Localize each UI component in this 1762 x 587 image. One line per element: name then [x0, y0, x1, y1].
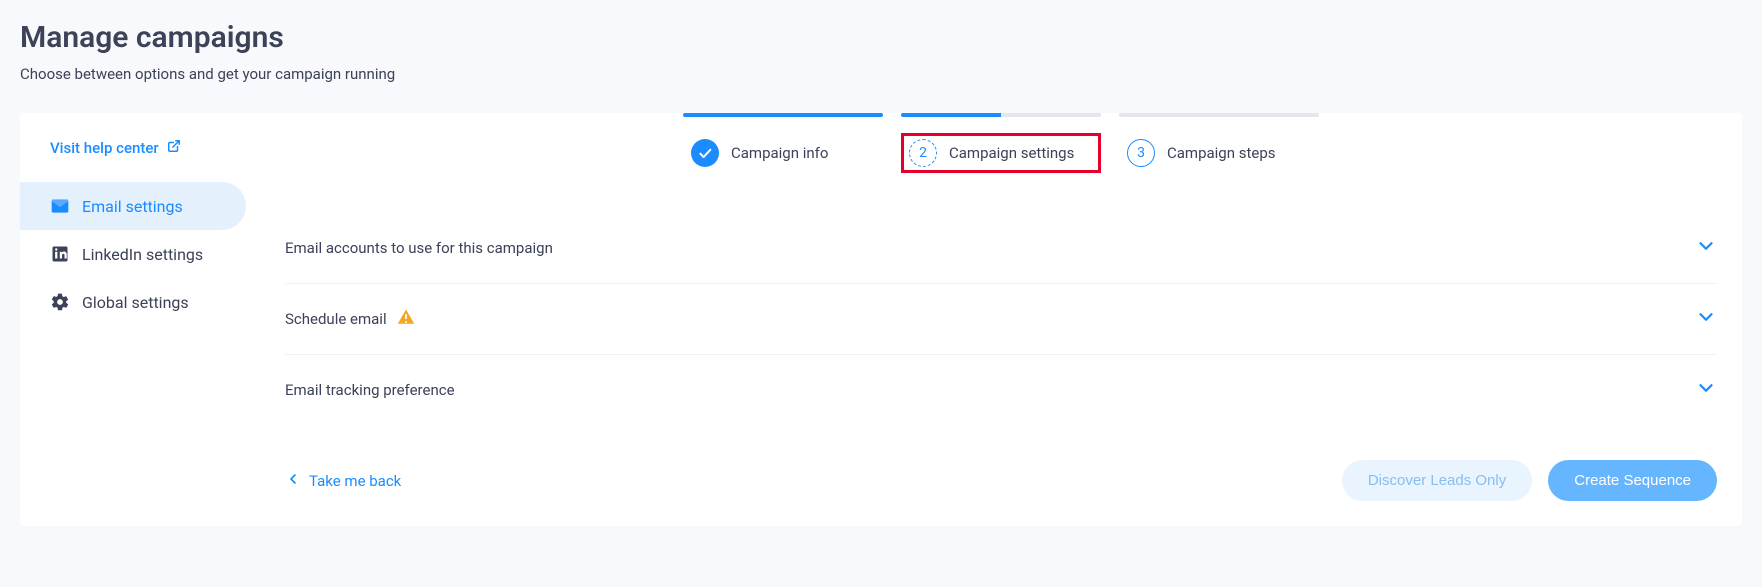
sidebar-item-email-settings[interactable]: Email settings	[20, 182, 246, 230]
back-link-label: Take me back	[309, 472, 401, 490]
sidebar: Visit help center Email settings LinkedI…	[20, 113, 260, 526]
sidebar-item-label: Global settings	[82, 293, 189, 312]
main-panel: Campaign info 2 Campaign settings 3 Camp…	[260, 113, 1742, 526]
external-link-icon	[167, 139, 181, 157]
accordion-item-email-tracking[interactable]: Email tracking preference	[285, 355, 1717, 425]
back-link[interactable]: Take me back	[285, 471, 401, 491]
chevron-down-icon	[1695, 235, 1717, 261]
accordion-title-text: Email tracking preference	[285, 381, 455, 399]
chevron-down-icon	[1695, 306, 1717, 332]
step-label: Campaign settings	[949, 144, 1074, 162]
accordion-title-text: Email accounts to use for this campaign	[285, 239, 553, 257]
help-center-link[interactable]: Visit help center	[20, 139, 211, 182]
step-progress-bar	[1119, 113, 1319, 117]
step-label: Campaign steps	[1167, 144, 1276, 162]
accordion-item-email-accounts[interactable]: Email accounts to use for this campaign	[285, 213, 1717, 284]
page-subtitle: Choose between options and get your camp…	[20, 65, 1742, 83]
check-circle-icon	[691, 139, 719, 167]
chevron-down-icon	[1695, 377, 1717, 403]
step-highlight-box: 2 Campaign settings	[901, 133, 1101, 173]
linkedin-icon	[50, 244, 70, 264]
step-campaign-settings[interactable]: 2 Campaign settings	[901, 113, 1101, 173]
discover-leads-button[interactable]: Discover Leads Only	[1342, 460, 1532, 501]
page-title: Manage campaigns	[20, 20, 1742, 55]
step-campaign-info[interactable]: Campaign info	[683, 113, 883, 173]
stepper: Campaign info 2 Campaign settings 3 Camp…	[285, 113, 1717, 173]
step-number-icon: 3	[1127, 139, 1155, 167]
step-campaign-steps[interactable]: 3 Campaign steps	[1119, 113, 1319, 173]
campaign-card: Visit help center Email settings LinkedI…	[20, 113, 1742, 526]
sidebar-item-linkedin-settings[interactable]: LinkedIn settings	[20, 230, 246, 278]
sidebar-item-label: Email settings	[82, 197, 183, 216]
step-progress-bar	[683, 113, 883, 117]
accordion-list: Email accounts to use for this campaign …	[285, 213, 1717, 425]
gear-icon	[50, 292, 70, 312]
accordion-title-text: Schedule email	[285, 310, 387, 328]
footer-actions: Take me back Discover Leads Only Create …	[285, 460, 1717, 501]
sidebar-item-global-settings[interactable]: Global settings	[20, 278, 246, 326]
sidebar-item-label: LinkedIn settings	[82, 245, 203, 264]
step-label: Campaign info	[731, 144, 828, 162]
help-center-label: Visit help center	[50, 139, 159, 157]
email-envelope-icon	[50, 196, 70, 216]
warning-icon	[397, 308, 415, 330]
step-number-icon: 2	[909, 139, 937, 167]
create-sequence-button[interactable]: Create Sequence	[1548, 460, 1717, 501]
chevron-left-icon	[285, 471, 301, 491]
accordion-item-schedule-email[interactable]: Schedule email	[285, 284, 1717, 355]
step-progress-bar	[901, 113, 1101, 117]
